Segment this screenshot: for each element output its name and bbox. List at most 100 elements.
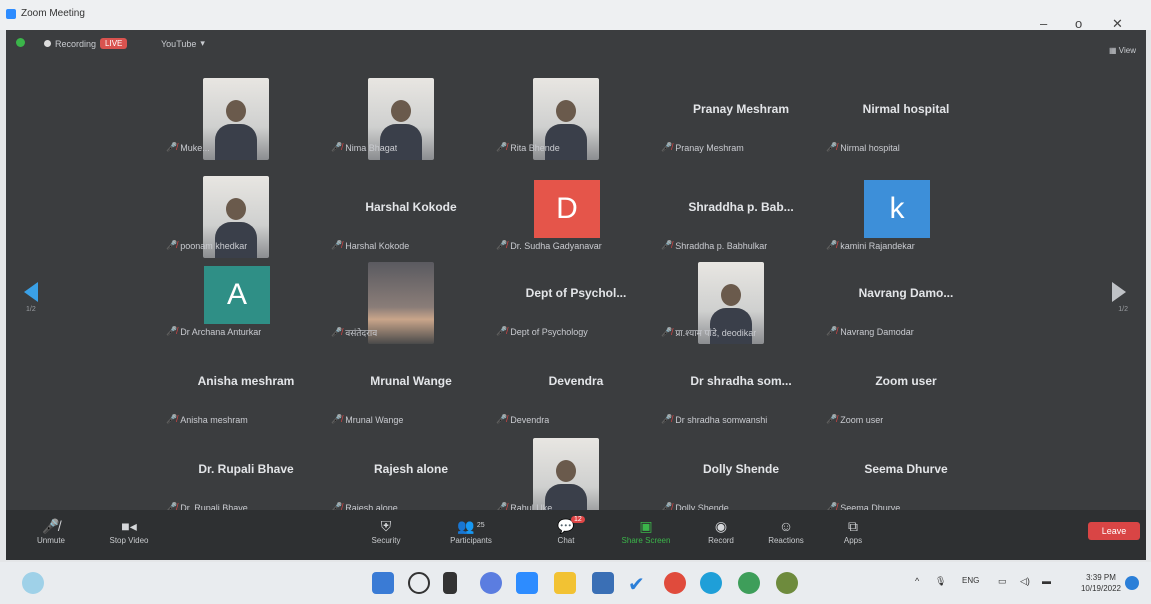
participant-name-label: 🎤̸ poonam khedkar bbox=[166, 240, 247, 251]
screen: Zoom Meeting – o ✕ Recording LIVE YouTub… bbox=[0, 0, 1151, 604]
search-icon[interactable] bbox=[408, 572, 430, 594]
page-indicator-left: 1/2 bbox=[26, 306, 36, 313]
chrome-icon[interactable] bbox=[664, 572, 686, 594]
chat-unread-badge: 12 bbox=[571, 516, 585, 523]
participant-name-label: 🎤̸ Shraddha p. Babhulkar bbox=[661, 240, 767, 251]
chrome-profile-icon[interactable] bbox=[776, 572, 798, 594]
stop-video-button[interactable]: ■◂ Stop Video bbox=[94, 516, 164, 545]
system-clock[interactable]: 3:39 PM 10/19/2022 bbox=[1081, 572, 1121, 594]
participant-display-name: Dr shradha som... bbox=[690, 374, 792, 388]
participant-name-label: 🎤̸ kamini Rajandekar bbox=[826, 240, 915, 251]
reactions-label: Reactions bbox=[768, 536, 804, 545]
participant-name-label: 🎤̸ Dr. Sudha Gadyanavar bbox=[496, 240, 602, 251]
share-screen-button[interactable]: ▣ Share Screen bbox=[611, 516, 681, 545]
shield-icon: ⛨ bbox=[380, 518, 392, 534]
mic-muted-icon: 🎤̸ bbox=[661, 327, 673, 337]
participants-button[interactable]: 👥 25 Participants bbox=[436, 516, 506, 545]
participant-name-label: 🎤̸ Navrang Damodar bbox=[826, 326, 914, 337]
participant-tile[interactable]: k 🎤̸ kamini Rajandekar bbox=[826, 176, 986, 258]
mic-muted-icon: 🎤̸ bbox=[496, 142, 508, 152]
prev-page-arrow-icon[interactable] bbox=[24, 282, 38, 302]
participant-tile[interactable]: 🎤̸ Rahul Uke bbox=[496, 438, 656, 520]
participant-tile[interactable]: 🎤̸ वसंतेदराव bbox=[331, 262, 491, 344]
participant-tile[interactable]: 🎤̸ प्रा.श्याम पांडे, deodikar bbox=[661, 262, 821, 344]
youtube-stream-menu[interactable]: YouTube ▾ bbox=[161, 38, 205, 49]
participant-tile[interactable]: Dr shradha som... 🎤̸ Dr shradha somwanshi bbox=[661, 350, 821, 432]
record-button[interactable]: ◉ Record bbox=[686, 516, 756, 545]
task-view-icon[interactable] bbox=[443, 572, 457, 594]
mic-muted-icon: 🎤̸ bbox=[42, 518, 60, 534]
participant-display-name: Mrunal Wange bbox=[370, 374, 452, 388]
unmute-button[interactable]: 🎤̸ Unmute bbox=[16, 516, 86, 545]
participant-tile[interactable]: 🎤̸ Rita Bhende bbox=[496, 78, 656, 160]
participant-tile[interactable]: Nirmal hospital 🎤̸ Nirmal hospital bbox=[826, 78, 986, 160]
checkmark-app-icon[interactable]: ✔ bbox=[628, 572, 650, 596]
apps-button[interactable]: ⧉ Apps bbox=[818, 516, 888, 545]
meeting-topbar: Recording LIVE YouTube ▾ ▦ View bbox=[6, 30, 1146, 58]
view-button[interactable]: ▦ View bbox=[1109, 46, 1136, 55]
leave-button[interactable]: Leave bbox=[1088, 522, 1140, 540]
participant-display-name: Dept of Psychol... bbox=[525, 286, 627, 300]
participant-tile[interactable]: Mrunal Wange 🎤̸ Mrunal Wange bbox=[331, 350, 491, 432]
participant-name: Dept of Psychology bbox=[510, 326, 588, 337]
start-menu-icon[interactable] bbox=[372, 572, 394, 594]
participant-tile[interactable]: Navrang Damo... 🎤̸ Navrang Damodar bbox=[826, 262, 986, 344]
chat-app-icon[interactable] bbox=[480, 572, 502, 594]
participant-tile[interactable]: D 🎤̸ Dr. Sudha Gadyanavar bbox=[496, 176, 656, 258]
meeting-info-icon[interactable] bbox=[16, 38, 25, 47]
participant-tile[interactable]: Zoom user 🎤̸ Zoom user bbox=[826, 350, 986, 432]
participant-tile[interactable]: Dept of Psychol... 🎤̸ Dept of Psychology bbox=[496, 262, 656, 344]
participant-name: Devendra bbox=[510, 414, 550, 425]
mic-muted-icon: 🎤̸ bbox=[331, 327, 343, 337]
language-indicator[interactable]: ENG bbox=[962, 576, 979, 585]
recording-badge: LIVE bbox=[100, 38, 128, 49]
file-explorer-icon[interactable] bbox=[554, 572, 576, 594]
avatar: A bbox=[204, 266, 270, 324]
chat-button[interactable]: 💬 12 Chat bbox=[531, 516, 601, 545]
apps-icon: ⧉ bbox=[848, 518, 858, 534]
participant-tile[interactable]: Rajesh alone 🎤̸ Rajesh alone bbox=[331, 438, 491, 520]
next-page-arrow-icon[interactable] bbox=[1112, 282, 1126, 302]
participant-name: Nima Bhagat bbox=[345, 142, 398, 153]
store-icon[interactable] bbox=[592, 572, 614, 594]
globe-app-icon[interactable] bbox=[738, 572, 760, 594]
zoom-app-icon[interactable] bbox=[516, 572, 538, 594]
participant-tile[interactable]: 🎤̸ Nima Bhagat bbox=[331, 78, 491, 160]
restore-button[interactable]: o bbox=[1075, 16, 1082, 31]
security-button[interactable]: ⛨ Security bbox=[351, 516, 421, 545]
participant-name: Anisha meshram bbox=[180, 414, 248, 425]
edge-icon[interactable] bbox=[700, 572, 722, 594]
participant-tile[interactable]: Shraddha p. Bab... 🎤̸ Shraddha p. Babhulka… bbox=[661, 176, 821, 258]
participant-tile[interactable]: Anisha meshram 🎤̸ Anisha meshram bbox=[166, 350, 326, 432]
mic-muted-icon: 🎤̸ bbox=[496, 326, 508, 336]
security-label: Security bbox=[371, 536, 401, 545]
participant-name: Shraddha p. Babhulkar bbox=[675, 240, 768, 251]
mic-tray-icon[interactable]: 🎙 bbox=[935, 576, 946, 587]
clock-date: 10/19/2022 bbox=[1080, 584, 1121, 593]
participant-tile[interactable]: Dr. Rupali Bhave 🎤̸ Dr. Rupali Bhave bbox=[166, 438, 326, 520]
volume-icon[interactable]: ◁) bbox=[1020, 576, 1030, 587]
weather-icon[interactable] bbox=[22, 572, 44, 594]
notification-icon[interactable] bbox=[1125, 576, 1139, 590]
participant-tile[interactable]: 🎤̸ Muke... bbox=[166, 78, 326, 160]
participant-tile[interactable]: Harshal Kokode 🎤̸ Harshal Kokode bbox=[331, 176, 491, 258]
participant-name: Dr. Sudha Gadyanavar bbox=[510, 240, 602, 251]
reactions-button[interactable]: ☺ Reactions bbox=[751, 516, 821, 545]
recording-status[interactable]: Recording LIVE bbox=[44, 38, 128, 49]
minimize-button[interactable]: – bbox=[1040, 16, 1047, 31]
network-icon[interactable]: ▭ bbox=[998, 576, 1007, 587]
participant-tile[interactable]: Seema Dhurve 🎤̸ Seema Dhurve bbox=[826, 438, 986, 520]
share-screen-label: Share Screen bbox=[621, 536, 671, 545]
participant-tile[interactable]: Pranay Meshram 🎤̸ Pranay Meshram bbox=[661, 78, 821, 160]
participant-tile[interactable]: A 🎤̸ Dr Archana Anturkar bbox=[166, 262, 326, 344]
meeting-toolbar: 🎤̸ Unmute ■◂ Stop Video ⛨ Security 👥 25 P… bbox=[6, 510, 1146, 560]
participant-tile[interactable]: 🎤̸ poonam khedkar bbox=[166, 176, 326, 258]
tray-chevron-up-icon[interactable]: ^ bbox=[915, 576, 919, 586]
participant-tile[interactable]: Dolly Shende 🎤̸ Dolly Shende bbox=[661, 438, 821, 520]
participant-video bbox=[368, 262, 434, 344]
participant-display-name: Anisha meshram bbox=[197, 374, 295, 388]
battery-icon[interactable]: ▬ bbox=[1042, 576, 1051, 586]
participant-tile[interactable]: Devendra 🎤̸ Devendra bbox=[496, 350, 656, 432]
participant-name: Mrunal Wange bbox=[345, 414, 404, 425]
chevron-down-icon: ▾ bbox=[200, 38, 205, 48]
